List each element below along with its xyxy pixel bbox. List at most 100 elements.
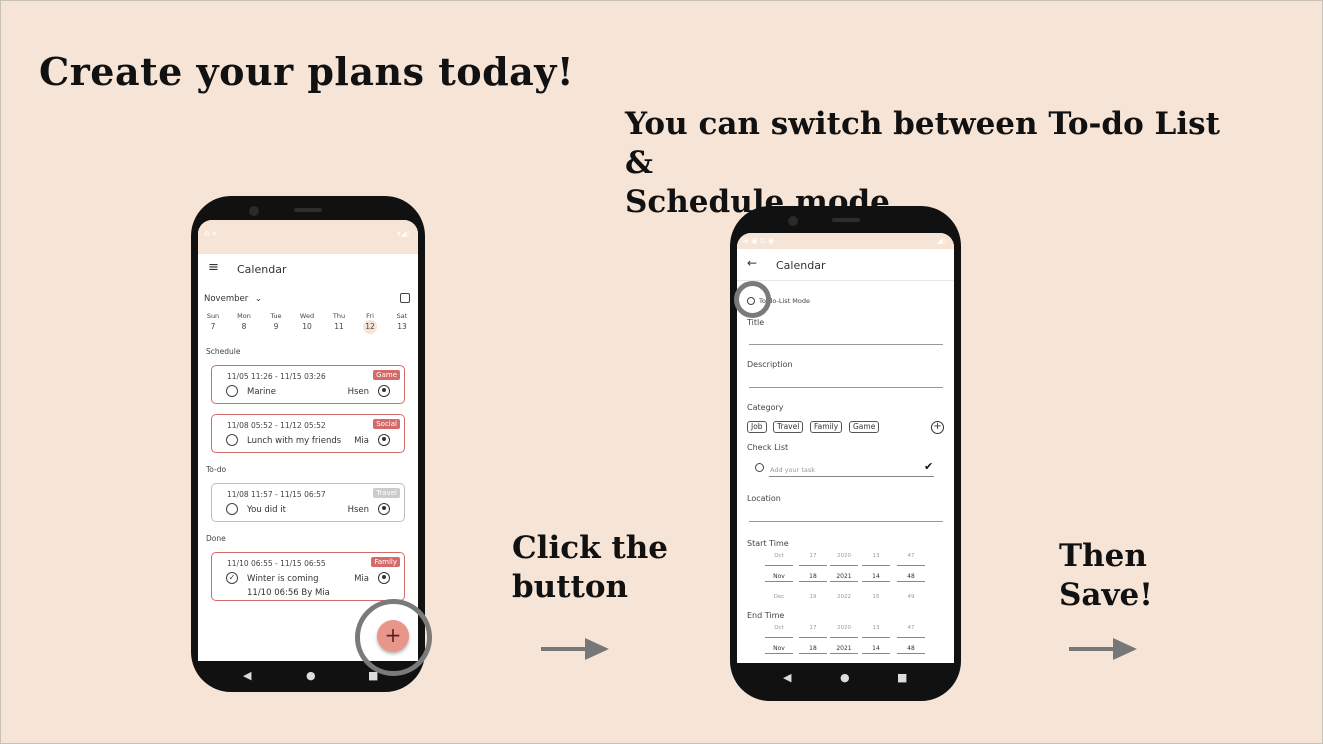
task-input[interactable]	[769, 476, 934, 477]
done-card[interactable]: 11/10 06:55 - 11/15 06:55 Family ✓ Winte…	[211, 552, 405, 601]
card-time: 11/08 11:57 - 11/15 06:57	[227, 490, 326, 499]
date-cell[interactable]: 10	[300, 320, 314, 334]
card-tag: Social	[373, 419, 400, 429]
slide-subheading: You can switch between To-do List & Sche…	[625, 105, 1245, 222]
status-icons-left: ⊞ ▣ ⊡ ◉	[743, 237, 775, 245]
picker-value[interactable]: 2021	[830, 573, 858, 580]
home-nav-icon[interactable]: ●	[306, 669, 316, 682]
start-time-label: Start Time	[747, 539, 789, 548]
picker-value[interactable]: 48	[897, 573, 925, 580]
weekday-label: Thu	[332, 312, 346, 320]
picker-value[interactable]: 14	[862, 645, 890, 652]
card-time: 11/08 05:52 - 11/12 05:52	[227, 421, 326, 430]
weekday-label: Wed	[299, 312, 315, 320]
camera	[788, 216, 798, 226]
arrow-right-icon	[541, 638, 609, 660]
date-cell[interactable]: 11	[332, 320, 346, 334]
todo-card[interactable]: 11/08 11:57 - 11/15 06:57 Travel You did…	[211, 483, 405, 522]
avatar-icon	[378, 503, 390, 515]
category-chip[interactable]: Travel	[773, 421, 804, 433]
section-schedule: Schedule	[206, 347, 241, 356]
date-cell[interactable]: 9	[269, 320, 283, 334]
picker-value[interactable]: 47	[897, 553, 925, 559]
picker-value[interactable]: 18	[799, 573, 827, 580]
picker-divider	[765, 565, 793, 566]
checklist-label: Check List	[747, 443, 789, 452]
category-chip[interactable]: Game	[849, 421, 880, 433]
date-cell[interactable]: 8	[237, 320, 251, 334]
picker-divider	[765, 581, 793, 582]
picker-value[interactable]: Oct	[765, 553, 793, 559]
android-nav-bar: ◀ ● ■	[737, 663, 954, 695]
picker-value[interactable]: Nov	[765, 645, 793, 652]
recent-nav-icon[interactable]: ■	[897, 671, 907, 684]
speaker	[294, 208, 322, 212]
picker-divider	[830, 637, 858, 638]
picker-value[interactable]: 17	[799, 553, 827, 559]
schedule-card[interactable]: 11/08 05:52 - 11/12 05:52 Social Lunch w…	[211, 414, 405, 453]
picker-value[interactable]: 17	[799, 625, 827, 631]
picker-divider	[862, 637, 890, 638]
picker-divider	[830, 565, 858, 566]
card-owner: Hsen	[347, 387, 369, 397]
picker-divider	[799, 581, 827, 582]
picker-divider	[799, 565, 827, 566]
caption-1-line-2: button	[512, 569, 629, 605]
confirm-check-icon[interactable]: ✔	[924, 460, 933, 473]
picker-value[interactable]: 2020	[830, 625, 858, 631]
title-label: Title	[747, 318, 765, 327]
app-title: Calendar	[237, 263, 287, 276]
picker-value[interactable]: 2020	[830, 553, 858, 559]
schedule-card[interactable]: 11/05 11:26 - 11/15 03:26 Game Marine Hs…	[211, 365, 405, 404]
date-cell[interactable]: 7	[206, 320, 220, 334]
card-completed-note: 11/10 06:56 By Mia	[247, 588, 330, 598]
category-chip[interactable]: Job	[747, 421, 767, 433]
picker-value[interactable]: Oct	[765, 625, 793, 631]
weekday-label: Tue	[270, 312, 282, 320]
card-time: 11/05 11:26 - 11/15 03:26	[227, 372, 326, 381]
card-tag: Game	[373, 370, 400, 380]
card-owner: Mia	[354, 436, 369, 446]
status-icons-right: ◢▯	[936, 237, 946, 245]
menu-icon[interactable]: ≡	[208, 260, 219, 275]
picker-value[interactable]: 13	[862, 553, 890, 559]
back-nav-icon[interactable]: ◀	[243, 669, 251, 682]
picker-value[interactable]: 19	[799, 594, 827, 600]
description-input[interactable]	[749, 387, 943, 388]
picker-value[interactable]: Nov	[765, 573, 793, 580]
title-input[interactable]	[749, 344, 943, 345]
picker-value[interactable]: 14	[862, 573, 890, 580]
screen: ⚙ ▾ ▾◢▯ ≡ Calendar November ⌄ Sun 7 Mon 8 Tu…	[198, 220, 418, 661]
category-chip[interactable]: Family	[810, 421, 843, 433]
date-cell[interactable]: 13	[395, 320, 409, 334]
picker-value[interactable]: 13	[862, 625, 890, 631]
calendar-icon[interactable]	[400, 293, 410, 303]
add-category-icon[interactable]: +	[931, 421, 944, 434]
picker-value[interactable]: 2022	[830, 594, 858, 600]
picker-divider	[897, 581, 925, 582]
checkbox-circle-icon[interactable]	[226, 503, 238, 515]
picker-value[interactable]: 48	[897, 645, 925, 652]
task-checkbox[interactable]	[755, 463, 764, 472]
home-nav-icon[interactable]: ●	[840, 671, 850, 684]
month-selector[interactable]: November ⌄	[204, 294, 262, 304]
check-circle-icon[interactable]: ✓	[226, 572, 238, 584]
picker-value[interactable]: 2021	[830, 645, 858, 652]
card-owner: Mia	[354, 574, 369, 584]
slide: Create your plans today! You can switch …	[0, 0, 1323, 744]
picker-value[interactable]: 15	[862, 594, 890, 600]
back-nav-icon[interactable]: ◀	[783, 671, 791, 684]
picker-value[interactable]: 18	[799, 645, 827, 652]
picker-divider	[897, 565, 925, 566]
location-input[interactable]	[749, 521, 943, 522]
picker-divider	[897, 637, 925, 638]
picker-divider	[765, 637, 793, 638]
picker-divider	[799, 653, 827, 654]
picker-value[interactable]: Dec	[765, 594, 793, 600]
date-cell[interactable]: 12	[363, 320, 377, 334]
card-title: Lunch with my friends	[247, 436, 342, 446]
subheading-line-1: You can switch between To-do List &	[625, 106, 1220, 181]
picker-value[interactable]: 49	[897, 594, 925, 600]
picker-value[interactable]: 47	[897, 625, 925, 631]
back-arrow-icon[interactable]: ←	[747, 256, 757, 270]
